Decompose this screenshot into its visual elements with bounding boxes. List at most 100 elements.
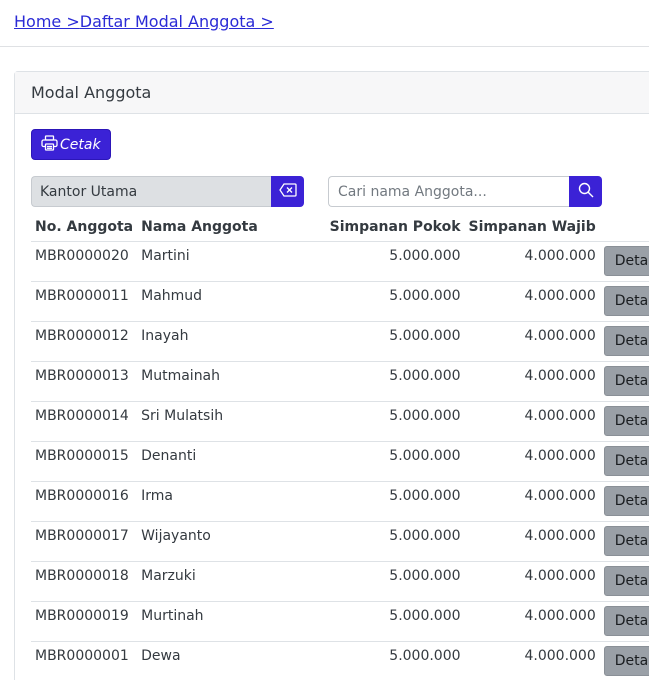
member-number: MBR0000013 [31,361,138,402]
simpanan-wajib: 4.000.000 [464,321,600,362]
simpanan-wajib: 4.000.000 [464,561,600,602]
member-name: Mahmud [137,281,326,322]
column-header-name: Nama Anggota [137,210,326,242]
detail-button[interactable]: Detail [603,285,649,316]
member-name: Sri Mulatsih [137,401,326,442]
row-action-cell: Detail [599,441,649,482]
member-number: MBR0000016 [31,481,138,522]
simpanan-pokok: 5.000.000 [325,481,465,522]
search-input[interactable] [328,176,569,207]
member-name: Wijayanto [137,521,326,562]
table-row: MBR0000013 Mutmainah 5.000.000 4.000.000 Det… [31,361,649,402]
table-row: MBR0000012Inayah5.000.0004.000.000Detail [31,321,649,362]
simpanan-wajib: 4.000.000 [464,521,600,562]
card-header: Modal Anggota [15,72,649,114]
table-body: MBR0000020Martini5.000.0004.000.000Detai… [31,241,649,680]
header-divider [0,46,649,47]
table-row: MBR0000011Mahmud5.000.0004.000.000Detail [31,281,649,322]
detail-button[interactable]: Detail [603,405,649,436]
member-name: Martini [137,241,326,282]
simpanan-pokok: 5.000.000 [325,561,465,602]
member-name: Murtinah [137,601,326,642]
detail-button[interactable]: Detail [603,645,649,676]
simpanan-wajib: 4.000.000 [464,601,600,642]
member-number: MBR0000019 [31,601,138,642]
table-row: MBR0000018Marzuki5.000.0004.000.000Detai… [31,561,649,602]
breadcrumb: Home >Daftar Modal Anggota > [14,12,274,31]
detail-button[interactable]: Detail [603,245,649,276]
table-row: MBR0000016Irma5.000.0004.000.000Detail [31,481,649,522]
simpanan-wajib: 4.000.000 [464,401,600,442]
table-row: MBR0000015Denanti5.000.0004.000.000Detai… [31,441,649,482]
row-action-cell: Detail [599,241,649,282]
row-action-cell: Detail [599,361,649,402]
print-button[interactable]: Cetak [31,129,111,160]
breadcrumb-home-link[interactable]: Home > [14,12,80,31]
search-button[interactable] [569,176,602,207]
detail-button[interactable]: Detail [603,485,649,516]
column-header-no: No. Anggota [31,210,138,242]
column-header-action [599,210,649,242]
member-number: MBR0000017 [31,521,138,562]
member-name: Mutmainah [137,361,326,402]
table-row: MBR0000019 Murtinah 5.000.000 4.000.000 Deta… [31,601,649,642]
row-action-cell: Detail [599,641,649,680]
row-action-cell: Detail [599,601,649,642]
clear-branch-button[interactable] [271,176,304,207]
row-action-cell: Detail [599,561,649,602]
table-row: MBR0000001Dewa5.000.0004.000.000Detail [31,641,649,680]
simpanan-wajib: 4.000.000 [464,441,600,482]
member-name: Irma [137,481,326,522]
row-action-cell: Detail [599,281,649,322]
modal-anggota-card: Modal Anggota Cetak Kantor Utama Cari na… [14,71,649,680]
table-row: MBR0000020Martini5.000.0004.000.000Detai… [31,241,649,282]
detail-button[interactable]: Detail [603,525,649,556]
simpanan-pokok: 5.000.000 [325,361,465,402]
member-number: MBR0000011 [31,281,138,322]
simpanan-pokok: 5.000.000 [325,521,465,562]
row-action-cell: Detail [599,401,649,442]
print-button-label: Cetak [60,136,101,153]
simpanan-wajib: 4.000.000 [464,281,600,322]
member-name: Dewa [137,641,326,680]
member-number: MBR0000001 [31,641,138,680]
simpanan-wajib: 4.000.000 [464,241,600,282]
simpanan-wajib: 4.000.000 [464,641,600,680]
simpanan-pokok: 5.000.000 [325,281,465,322]
detail-button[interactable]: Detail [603,365,649,396]
simpanan-wajib: 4.000.000 [464,361,600,402]
member-number: MBR0000012 [31,321,138,362]
member-number: MBR0000015 [31,441,138,482]
column-header-wajib: Simpanan Wajib [464,210,600,242]
member-capital-table: No. Anggota Nama Anggota Simpanan Pokok … [31,210,649,680]
backspace-icon [278,182,297,201]
table-row: MBR0000017 Wijayanto 5.000.000 4.000.000 Det… [31,521,649,562]
row-action-cell: Detail [599,521,649,562]
detail-button[interactable]: Detail [603,565,649,596]
breadcrumb-current-link[interactable]: Daftar Modal Anggota > [80,12,274,31]
simpanan-pokok: 5.000.000 [325,441,465,482]
detail-button[interactable]: Detail [603,445,649,476]
member-search [328,176,602,207]
branch-filter [31,176,304,207]
simpanan-pokok: 5.000.000 [325,641,465,680]
table-row: MBR0000014 Sri Mulatsih 5.000.000 4.000.000… [31,401,649,442]
detail-button[interactable]: Detail [603,605,649,636]
member-number: MBR0000020 [31,241,138,282]
simpanan-pokok: 5.000.000 [325,241,465,282]
row-action-cell: Detail [599,481,649,522]
member-name: Denanti [137,441,326,482]
search-icon [578,182,594,202]
simpanan-pokok: 5.000.000 [325,401,465,442]
column-header-pokok: Simpanan Pokok [325,210,465,242]
printer-icon [41,134,58,155]
member-number: MBR0000014 [31,401,138,442]
simpanan-pokok: 5.000.000 [325,321,465,362]
branch-field[interactable] [31,176,271,207]
row-action-cell: Detail [599,321,649,362]
member-name: Inayah [137,321,326,362]
table-header-row: No. Anggota Nama Anggota Simpanan Pokok … [31,210,649,242]
detail-button[interactable]: Detail [603,325,649,356]
card-title: Modal Anggota [31,83,152,102]
simpanan-wajib: 4.000.000 [464,481,600,522]
